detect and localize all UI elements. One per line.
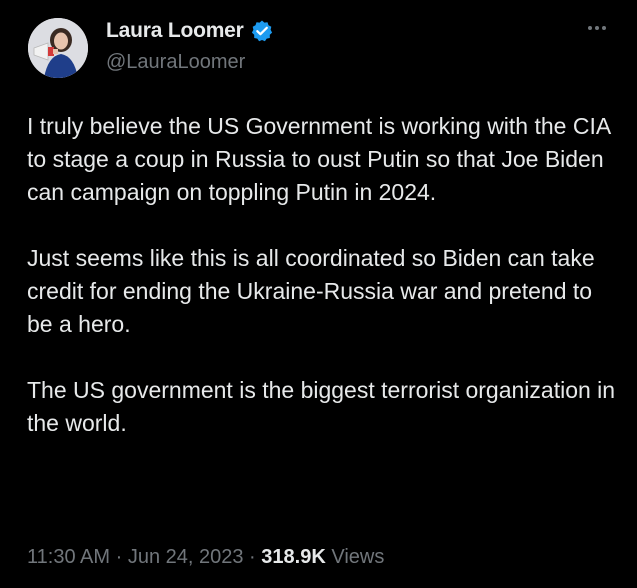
tweet-meta: 11:30 AM · Jun 24, 2023 · 318.9K Views xyxy=(27,546,384,569)
user-handle[interactable]: @LauraLoomer xyxy=(106,51,245,74)
tweet-paragraph: Just seems like this is all coordinated … xyxy=(27,245,595,337)
tweet-time[interactable]: 11:30 AM xyxy=(27,546,110,568)
tweet-text: I truly believe the US Government is wor… xyxy=(27,110,617,473)
more-dot xyxy=(595,26,599,30)
more-dot xyxy=(588,26,592,30)
more-dot xyxy=(602,26,606,30)
verified-badge-icon xyxy=(250,19,274,43)
avatar[interactable] xyxy=(28,18,88,78)
meta-separator: · xyxy=(249,546,256,568)
views-count: 318.9K xyxy=(261,546,326,568)
tweet-date[interactable]: Jun 24, 2023 xyxy=(128,546,244,568)
meta-separator: · xyxy=(115,546,123,568)
views-label: Views xyxy=(331,546,385,568)
display-name[interactable]: Laura Loomer xyxy=(106,19,244,43)
tweet-paragraph: I truly believe the US Government is wor… xyxy=(27,113,610,205)
tweet-paragraph: The US government is the biggest terrori… xyxy=(27,377,616,436)
more-options-icon[interactable] xyxy=(582,18,612,38)
tweet-card: Laura Loomer @LauraLoomer I truly believ… xyxy=(0,0,637,588)
author-name-row: Laura Loomer xyxy=(106,19,274,43)
